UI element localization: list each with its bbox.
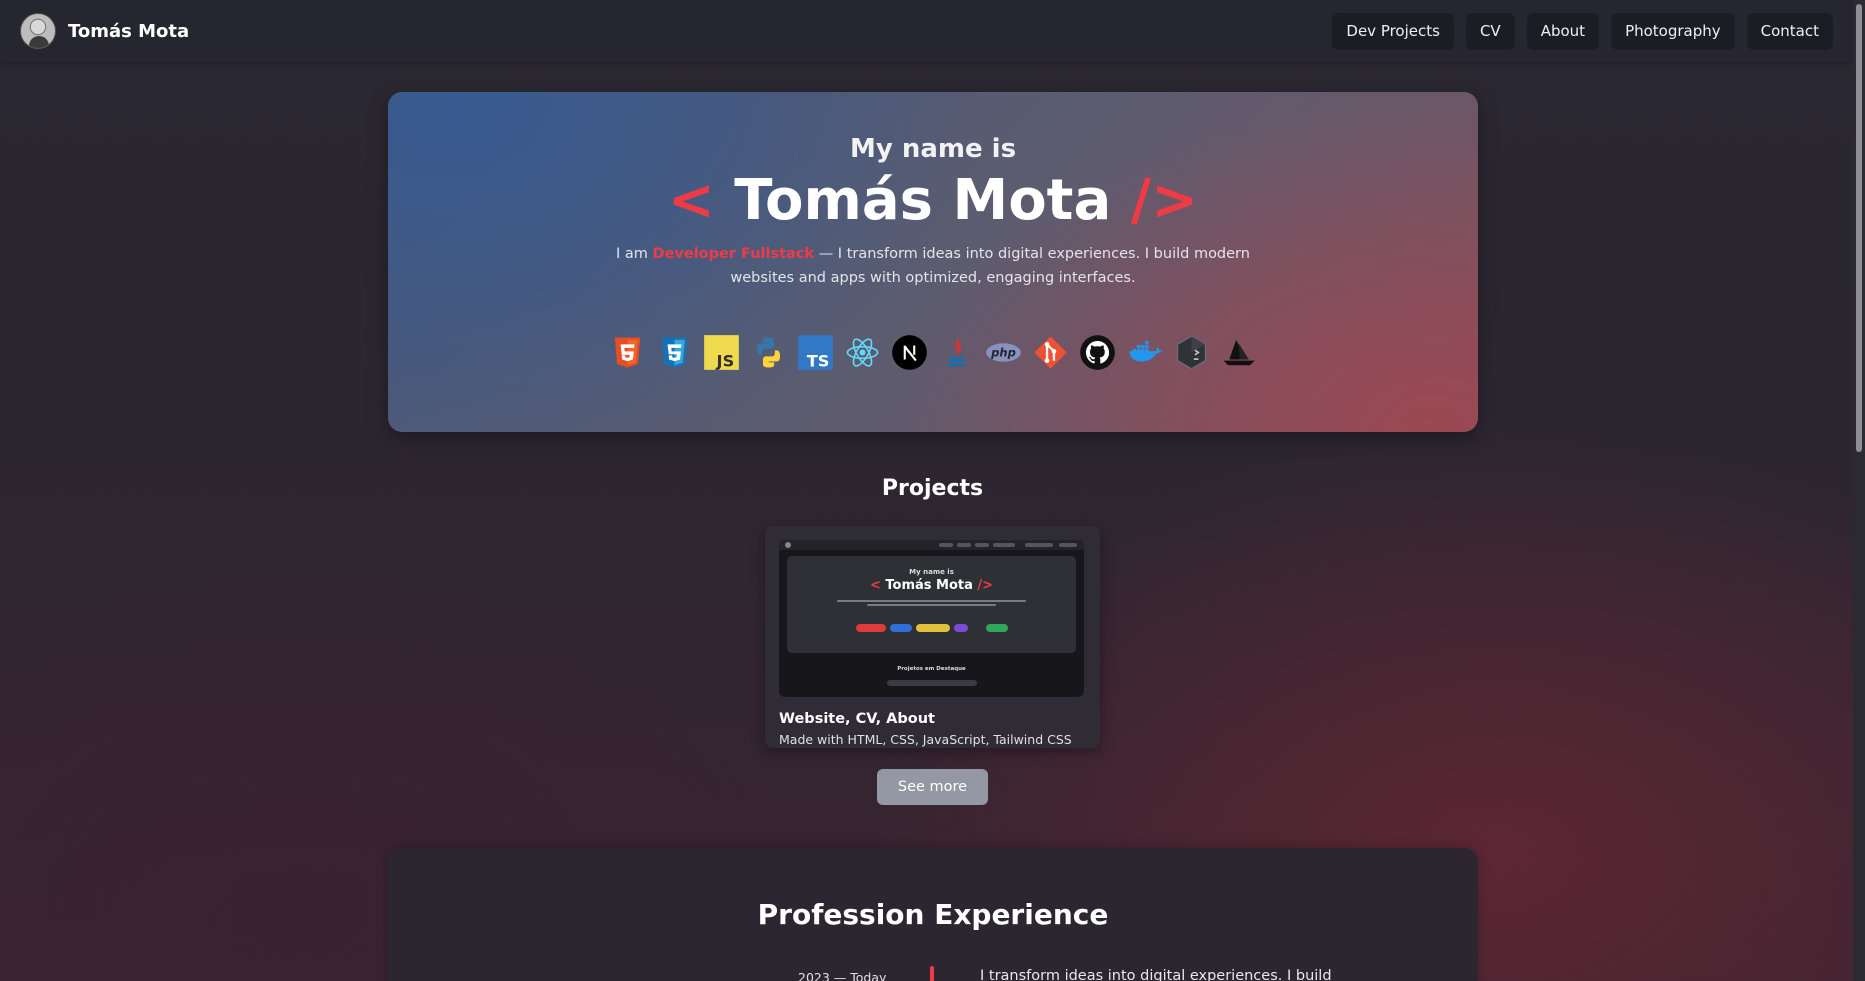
project-card-subtitle: Made with HTML, CSS, JavaScript, Tailwin…	[779, 732, 1072, 747]
thumbnail-nav-pill	[939, 543, 953, 547]
react-icon	[844, 334, 881, 371]
see-more-button[interactable]: See more	[877, 769, 988, 805]
html5-icon	[609, 334, 646, 371]
scrollbar-thumb[interactable]	[1856, 4, 1862, 452]
navbar: Tomás Mota Dev Projects CV About Photogr…	[0, 0, 1853, 62]
thumbnail-chip	[971, 624, 982, 632]
bash-icon	[1173, 334, 1210, 371]
css3-icon	[656, 334, 693, 371]
hero-intro: My name is	[849, 134, 1017, 164]
thumbnail-chip	[985, 624, 1008, 632]
nav-dev-projects-button[interactable]: Dev Projects	[1332, 12, 1454, 50]
thumbnail-close-bracket: />	[977, 578, 994, 593]
open-bracket: <	[667, 168, 715, 233]
svg-text:JS: JS	[716, 351, 735, 370]
thumbnail-nav-pill	[993, 543, 1015, 547]
nextjs-icon	[891, 334, 928, 371]
python-icon	[750, 334, 787, 371]
thumbnail-chip	[953, 624, 968, 632]
hero-role: Developer Fullstack	[652, 246, 815, 262]
experience-title: Profession Experience	[757, 898, 1109, 931]
hero-name: < Tomás Mota />	[388, 168, 1478, 233]
thumbnail-description-lines	[837, 598, 1026, 606]
thumbnail-nav-pill	[975, 543, 989, 547]
project-thumbnail[interactable]: My name is < Tomás Mota /> Projetos em D…	[779, 540, 1084, 697]
project-card-title: Website, CV, About	[779, 711, 935, 727]
svg-text:php: php	[990, 346, 1016, 360]
close-bracket: />	[1130, 168, 1199, 233]
thumbnail-chip	[915, 624, 950, 632]
git-icon	[1032, 334, 1069, 371]
nav-links: Dev Projects CV About Photography Contac…	[1332, 12, 1833, 50]
thumbnail-bar	[887, 680, 977, 686]
thumbnail-chip	[855, 624, 886, 632]
experience-date: 2023 — Today	[798, 970, 887, 981]
thumbnail-nav-pill	[957, 543, 971, 547]
thumbnail-avatar	[785, 542, 791, 548]
timeline-marker	[930, 966, 934, 981]
experience-section: Profession Experience 2023 — Today I tra…	[388, 848, 1478, 981]
hero-section: My name is < Tomás Mota /> I am Develope…	[388, 92, 1478, 432]
typescript-icon: TS	[797, 334, 834, 371]
thumbnail-intro: My name is	[909, 568, 954, 576]
thumbnail-nav-pill	[1059, 543, 1077, 547]
tech-icons-row: JS TS php	[388, 334, 1478, 371]
brand-name[interactable]: Tomás Mota	[68, 21, 189, 42]
scrollbar[interactable]	[1853, 0, 1865, 981]
thumbnail-chips	[787, 624, 1076, 632]
hero-description: I am Developer Fullstack — I transform i…	[588, 242, 1278, 290]
nav-photography-button[interactable]: Photography	[1611, 12, 1735, 50]
javascript-icon: JS	[703, 334, 740, 371]
thumbnail-name-text: Tomás Mota	[885, 578, 973, 593]
projects-title: Projects	[881, 476, 984, 501]
java-icon	[938, 334, 975, 371]
docker-icon	[1126, 334, 1163, 371]
thumbnail-nav-pill	[1025, 543, 1053, 547]
nav-contact-button[interactable]: Contact	[1746, 12, 1833, 50]
thumbnail-hero: My name is < Tomás Mota />	[787, 556, 1076, 653]
project-card[interactable]: My name is < Tomás Mota /> Projetos em D…	[765, 526, 1100, 748]
thumbnail-name: < Tomás Mota />	[787, 578, 1076, 593]
avatar	[20, 13, 56, 49]
thumbnail-chip	[889, 624, 912, 632]
thumbnail-section-title: Projetos em Destaque	[897, 666, 966, 672]
github-icon	[1079, 334, 1116, 371]
arch-boat-icon	[1220, 334, 1257, 371]
thumbnail-navbar	[779, 540, 1084, 550]
experience-text: I transform ideas into digital experienc…	[980, 968, 1332, 981]
hero-name-text: Tomás Mota	[734, 168, 1112, 233]
nav-cv-button[interactable]: CV	[1465, 12, 1515, 50]
thumbnail-open-bracket: <	[869, 578, 881, 593]
hero-desc-prefix: I am	[616, 246, 653, 262]
svg-text:TS: TS	[807, 351, 830, 370]
brand[interactable]: Tomás Mota	[20, 13, 189, 49]
nav-about-button[interactable]: About	[1526, 12, 1600, 50]
php-icon: php	[985, 334, 1022, 371]
